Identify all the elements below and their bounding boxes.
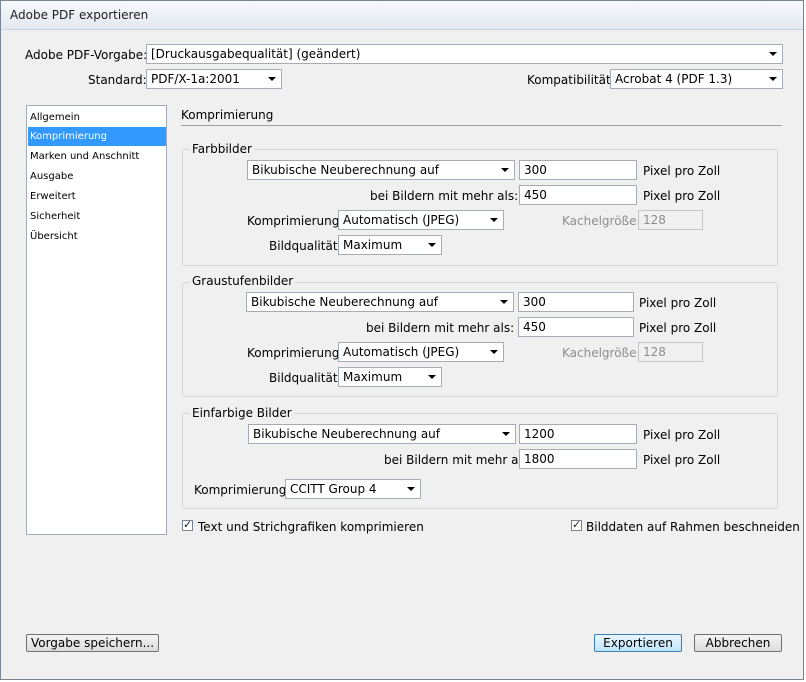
sidebar-item-label: Komprimierung (30, 131, 107, 142)
mono-resample-value: Bikubische Neuberechnung auf (253, 427, 441, 441)
mono-compression-dropdown[interactable]: CCITT Group 4 (285, 479, 421, 499)
gray-ppi-unit: Pixel pro Zoll (639, 296, 717, 310)
crop-label: Bilddaten auf Rahmen beschneiden (586, 520, 800, 534)
compat-value: Acrobat 4 (PDF 1.3) (615, 72, 733, 86)
standard-value: PDF/X-1a:2001 (151, 72, 240, 86)
text-compress-label: Text und Strichgrafiken komprimieren (198, 520, 424, 534)
standard-label: Standard: (88, 73, 147, 87)
sidebar-item-label: Allgemein (30, 112, 80, 123)
gray-above-label: bei Bildern mit mehr als: (366, 321, 515, 335)
preset-dropdown[interactable]: [Druckausgabequalität] (geändert) (146, 44, 783, 64)
color-quality-label: Bildqualität: (269, 239, 342, 253)
gray-above-input[interactable]: 450 (518, 317, 634, 337)
color-group-title: Farbbilder (190, 141, 254, 157)
sidebar-item-sicherheit[interactable]: Sicherheit (28, 207, 166, 226)
color-compression-label: Komprimierung: (247, 214, 344, 228)
chevron-down-icon (428, 243, 436, 247)
sidebar-item-uebersicht[interactable]: Übersicht (28, 227, 166, 246)
gray-resample-value: Bikubische Neuberechnung auf (251, 295, 439, 309)
gray-tile-label: Kachelgröße: (562, 346, 641, 360)
gray-quality-value: Maximum (343, 370, 403, 384)
section-title: Komprimierung (181, 108, 274, 122)
gray-tile-input[interactable]: 128 (638, 342, 703, 362)
sidebar-item-label: Marken und Anschnitt (30, 151, 140, 162)
mono-above-unit: Pixel pro Zoll (643, 453, 721, 467)
sidebar-item-ausgabe[interactable]: Ausgabe (28, 167, 166, 186)
sidebar-item-label: Ausgabe (30, 171, 74, 182)
color-quality-value: Maximum (343, 238, 403, 252)
export-button[interactable]: Exportieren (594, 634, 682, 652)
color-above-input[interactable]: 450 (519, 185, 637, 205)
checkmark-icon: ✓ (183, 518, 193, 531)
text-compress-checkbox[interactable]: ✓ (182, 518, 193, 531)
color-tile-input[interactable]: 128 (638, 210, 703, 230)
chevron-down-icon (501, 168, 509, 172)
color-above-unit: Pixel pro Zoll (643, 189, 721, 203)
sidebar-item-komprimierung[interactable]: Komprimierung (28, 127, 166, 146)
sidebar-item-label: Erweitert (30, 191, 76, 202)
mono-resample-dropdown[interactable]: Bikubische Neuberechnung auf (248, 424, 516, 444)
compat-dropdown[interactable]: Acrobat 4 (PDF 1.3) (610, 69, 783, 89)
save-preset-button[interactable]: Vorgabe speichern... (26, 634, 159, 652)
mono-ppi-input[interactable]: 1200 (519, 424, 637, 444)
chevron-down-icon (490, 218, 498, 222)
mono-compression-label: Komprimierung: (194, 483, 291, 497)
chevron-down-icon (490, 350, 498, 354)
color-resample-value: Bikubische Neuberechnung auf (252, 163, 440, 177)
sidebar-item-erweitert[interactable]: Erweitert (28, 187, 166, 206)
sidebar-item-label: Sicherheit (30, 211, 81, 222)
window-title: Adobe PDF exportieren (10, 8, 149, 22)
gray-compression-dropdown[interactable]: Automatisch (JPEG) (338, 342, 504, 362)
compat-label: Kompatibilität: (527, 73, 615, 87)
mono-above-input[interactable]: 1800 (519, 449, 637, 469)
cancel-button[interactable]: Abbrechen (694, 634, 782, 652)
color-ppi-input[interactable]: 300 (519, 160, 637, 180)
dialog-window: Adobe PDF exportieren Adobe PDF-Vorgabe:… (0, 0, 804, 680)
chevron-down-icon (268, 77, 276, 81)
sidebar-item-allgemein[interactable]: Allgemein (28, 108, 166, 127)
title-bar: Adobe PDF exportieren (1, 1, 803, 30)
preset-label: Adobe PDF-Vorgabe: (25, 48, 148, 62)
gray-resample-dropdown[interactable]: Bikubische Neuberechnung auf (246, 292, 514, 312)
gray-compression-value: Automatisch (JPEG) (343, 345, 460, 359)
section-divider (181, 125, 782, 126)
mono-group-title: Einfarbige Bilder (190, 405, 294, 421)
gray-group-title: Graustufenbilder (190, 273, 296, 289)
gray-quality-dropdown[interactable]: Maximum (338, 367, 442, 387)
category-list: Allgemein Komprimierung Marken und Ansch… (26, 105, 167, 535)
standard-dropdown[interactable]: PDF/X-1a:2001 (146, 69, 282, 89)
checkmark-icon: ✓ (572, 518, 582, 531)
gray-above-unit: Pixel pro Zoll (639, 321, 717, 335)
sidebar-item-marken[interactable]: Marken und Anschnitt (28, 147, 166, 166)
sidebar-item-label: Übersicht (30, 231, 78, 242)
chevron-down-icon (769, 52, 777, 56)
mono-above-label: bei Bildern mit mehr als: (384, 453, 533, 467)
color-quality-dropdown[interactable]: Maximum (338, 235, 442, 255)
gray-compression-label: Komprimierung: (247, 346, 344, 360)
chevron-down-icon (407, 487, 415, 491)
mono-compression-value: CCITT Group 4 (290, 482, 377, 496)
color-ppi-unit: Pixel pro Zoll (643, 164, 721, 178)
crop-checkbox[interactable]: ✓ (571, 518, 582, 531)
mono-ppi-unit: Pixel pro Zoll (643, 428, 721, 442)
gray-ppi-input[interactable]: 300 (518, 292, 634, 312)
color-compression-dropdown[interactable]: Automatisch (JPEG) (338, 210, 504, 230)
color-resample-dropdown[interactable]: Bikubische Neuberechnung auf (247, 160, 515, 180)
color-compression-value: Automatisch (JPEG) (343, 213, 460, 227)
color-above-label: bei Bildern mit mehr als: (370, 189, 519, 203)
chevron-down-icon (500, 300, 508, 304)
preset-value: [Druckausgabequalität] (geändert) (151, 47, 361, 61)
chevron-down-icon (769, 77, 777, 81)
chevron-down-icon (502, 432, 510, 436)
chevron-down-icon (428, 375, 436, 379)
color-tile-label: Kachelgröße: (562, 214, 641, 228)
gray-quality-label: Bildqualität: (269, 371, 342, 385)
